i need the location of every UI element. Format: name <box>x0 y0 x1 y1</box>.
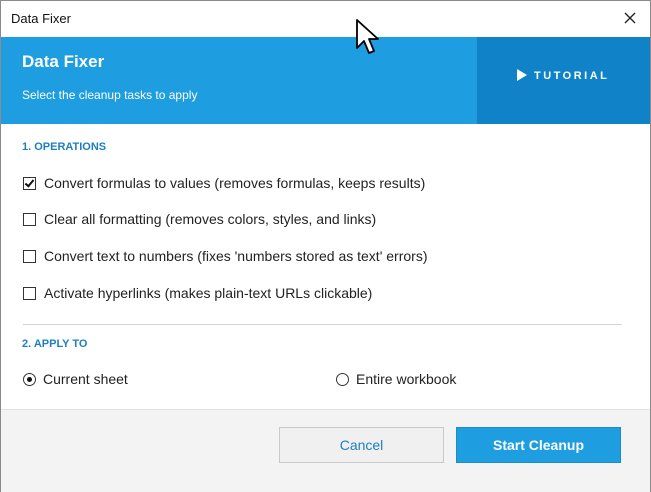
header-title: Data Fixer <box>22 52 105 71</box>
checkbox[interactable] <box>23 286 36 300</box>
radio-button[interactable] <box>336 372 349 386</box>
checkbox-label: Convert formulas to values (removes form… <box>44 175 426 191</box>
checkbox-row-convert-text[interactable]: Convert text to numbers (fixes 'numbers … <box>23 246 427 266</box>
tutorial-label: TUTORIAL <box>534 70 610 82</box>
checkbox-label: Clear all formatting (removes colors, st… <box>44 211 377 227</box>
radio-button[interactable] <box>23 372 36 386</box>
window-title: Data Fixer <box>11 11 71 26</box>
header-subtitle: Select the cleanup tasks to apply <box>22 88 198 102</box>
close-icon[interactable] <box>620 8 640 28</box>
check-icon <box>24 176 35 188</box>
checkbox[interactable] <box>23 212 36 226</box>
dialog-footer: Cancel Start Cleanup <box>1 409 650 492</box>
operations-section-title: 1. OPERATIONS <box>22 141 107 153</box>
title-bar[interactable]: Data Fixer <box>1 1 650 37</box>
header-banner: Data Fixer Select the cleanup tasks to a… <box>1 37 650 124</box>
section-divider <box>23 324 622 325</box>
checkbox-row-clear-formatting[interactable]: Clear all formatting (removes colors, st… <box>23 209 376 229</box>
checkbox-row-convert-formulas[interactable]: Convert formulas to values (removes form… <box>23 173 425 193</box>
apply-to-section-title: 2. APPLY TO <box>22 338 88 350</box>
radio-selected-dot <box>27 376 32 382</box>
tutorial-button[interactable]: TUTORIAL <box>477 37 650 124</box>
radio-current-sheet[interactable]: Current sheet <box>23 369 128 389</box>
play-icon <box>517 69 527 81</box>
radio-label: Entire workbook <box>356 371 457 387</box>
start-cleanup-button[interactable]: Start Cleanup <box>456 427 621 463</box>
checkbox-label: Activate hyperlinks (makes plain-text UR… <box>44 285 373 301</box>
cancel-button[interactable]: Cancel <box>279 427 444 463</box>
checkbox[interactable] <box>23 249 36 263</box>
checkbox[interactable] <box>23 176 36 190</box>
radio-entire-workbook[interactable]: Entire workbook <box>336 369 456 389</box>
checkbox-label: Convert text to numbers (fixes 'numbers … <box>44 248 428 264</box>
checkbox-row-activate-hyperlinks[interactable]: Activate hyperlinks (makes plain-text UR… <box>23 283 372 303</box>
dialog-window: Data Fixer Data Fixer Select the cleanup… <box>0 0 651 492</box>
radio-label: Current sheet <box>43 371 128 387</box>
